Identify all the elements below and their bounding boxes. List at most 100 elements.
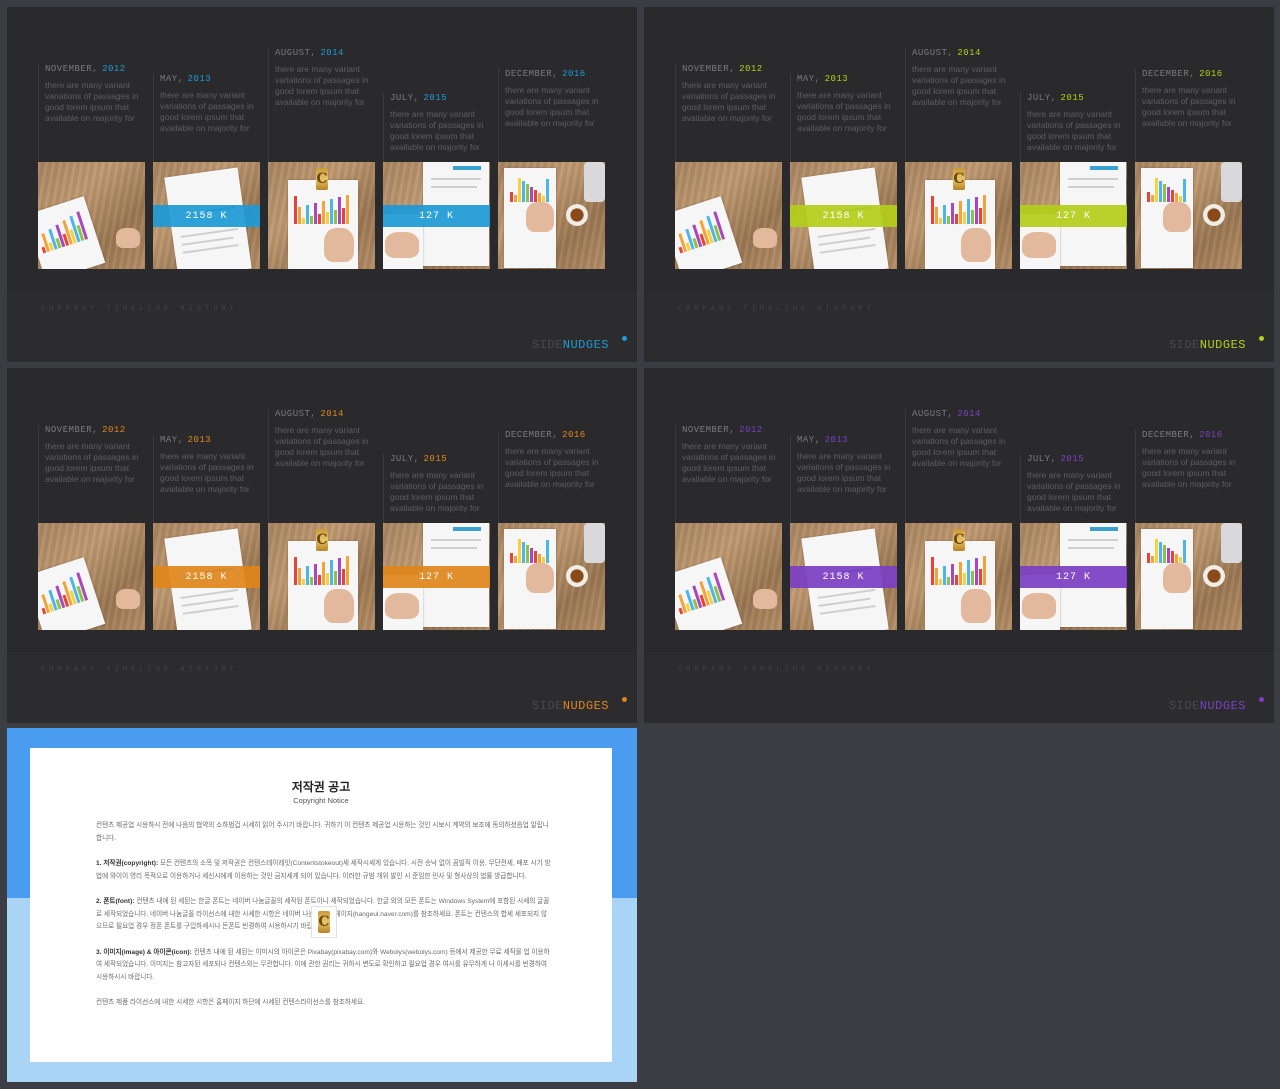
- timeline-photo: 2158 K: [153, 162, 260, 269]
- metric-band: 2158 K: [153, 566, 260, 588]
- notice-copyright-heading: 1. 저작권(copyright):: [96, 860, 159, 867]
- timeline-description: there are many variant variations of pas…: [45, 441, 139, 484]
- timeline-photo: [498, 162, 605, 269]
- timeline-year: 2015: [1060, 93, 1085, 103]
- timeline-column: MAY, 2013 there are many variant variatio…: [153, 435, 261, 523]
- slide-subtitle: COMPANY TIMELINE HISTORY: [678, 305, 875, 313]
- notice-outro: 컨텐츠 제품 라이선스에 내한 시세한 시항은 홈페이지 하단에 시세된 컨텐스…: [96, 999, 365, 1006]
- timeline-column: NOVEMBER, 2012 there are many variant var…: [38, 425, 146, 523]
- timeline-photo: 127 K: [383, 162, 490, 269]
- metric-band: 2158 K: [153, 205, 260, 227]
- timeline-month: AUGUST,: [275, 48, 317, 58]
- timeline-description: there are many variant variations of pas…: [797, 451, 891, 494]
- timeline-year: 2014: [320, 409, 344, 419]
- brand-logo: SIDENUDGES: [532, 338, 609, 352]
- timeline-date: NOVEMBER, 2012: [39, 425, 146, 435]
- notice-copyright-text: 모든 컨텐츠의 소목 및 저작권은 컨텐스테이레잇(Contentstokeou…: [96, 860, 551, 880]
- timeline-column: NOVEMBER, 2012 there are many variant var…: [675, 64, 783, 162]
- timeline-slide: NOVEMBER, 2012 there are many variant var…: [7, 7, 637, 362]
- timeline-month: JULY,: [390, 454, 420, 464]
- timeline-month: NOVEMBER,: [45, 425, 99, 435]
- timeline-description: there are many variant variations of pas…: [390, 470, 484, 513]
- timeline-date: NOVEMBER, 2012: [676, 425, 783, 435]
- timeline-month: JULY,: [1027, 93, 1057, 103]
- timeline-month: MAY,: [160, 435, 184, 445]
- timeline-date: JULY, 2015: [1021, 454, 1128, 464]
- timeline-column: JULY, 2015 there are many variant variati…: [1020, 454, 1128, 523]
- slide-subtitle: COMPANY TIMELINE HISTORY: [678, 666, 875, 674]
- notice-intro: 컨텐츠 제공업 시용하시 전에 나음의 협약의 소하범겁 시세히 읽어 주시기 …: [96, 822, 549, 842]
- brand-part-b: NUDGES: [1199, 338, 1246, 352]
- timeline-column: JULY, 2015 there are many variant variati…: [1020, 93, 1128, 162]
- timeline-month: DECEMBER,: [1142, 69, 1196, 79]
- notice-subtitle: Copyright Notice: [293, 796, 349, 805]
- timeline-year: 2013: [824, 74, 849, 84]
- timeline-date: MAY, 2013: [791, 435, 898, 445]
- timeline-year: 2016: [562, 69, 586, 79]
- timeline-description: there are many variant variations of pas…: [390, 109, 484, 152]
- notice-image-section: 3. 이미지(image) & 아이콘(icon): 컨텐츠 내에 된 세된는 …: [96, 947, 551, 985]
- timeline-year: 2015: [1060, 454, 1085, 464]
- timeline-photo: [38, 523, 145, 630]
- timeline-description: there are many variant variations of pas…: [1027, 470, 1121, 513]
- brand-part-b: NUDGES: [562, 338, 609, 352]
- brand-part-a: SIDE: [1168, 338, 1200, 352]
- timeline-month: MAY,: [797, 435, 821, 445]
- timeline-description: there are many variant variations of pas…: [275, 64, 369, 107]
- logo-icon: C: [316, 529, 328, 551]
- timeline-slide: NOVEMBER, 2012 there are many variant var…: [644, 368, 1274, 723]
- timeline-photo: [1135, 523, 1242, 630]
- timeline-photo: 2158 K: [790, 162, 897, 269]
- timeline-description: there are many variant variations of pas…: [912, 64, 1006, 107]
- timeline-date: NOVEMBER, 2012: [676, 64, 783, 74]
- brand-logo: SIDENUDGES: [1169, 338, 1246, 352]
- timeline-month: AUGUST,: [275, 409, 317, 419]
- brand-part-a: SIDE: [531, 699, 563, 713]
- metric-band: 127 K: [383, 205, 490, 227]
- timeline-column: JULY, 2015 there are many variant variati…: [383, 93, 491, 162]
- timeline-year: 2013: [187, 435, 212, 445]
- timeline-description: there are many variant variations of pas…: [275, 425, 369, 468]
- timeline-description: there are many variant variations of pas…: [505, 446, 599, 489]
- timeline-year: 2016: [1199, 69, 1223, 79]
- timeline-column: DECEMBER, 2016 there are many variant var…: [1135, 69, 1243, 162]
- brand-part-b: NUDGES: [1199, 699, 1246, 713]
- timeline-year: 2012: [739, 64, 763, 74]
- timeline-column: AUGUST, 2014 there are many variant varia…: [905, 48, 1013, 162]
- timeline-year: 2016: [562, 430, 586, 440]
- timeline-column: NOVEMBER, 2012 there are many variant var…: [675, 425, 783, 523]
- timeline-date: NOVEMBER, 2012: [39, 64, 146, 74]
- metric-band: 2158 K: [790, 566, 897, 588]
- timeline-column: MAY, 2013 there are many variant variatio…: [790, 435, 898, 523]
- timeline-description: there are many variant variations of pas…: [45, 80, 139, 123]
- timeline-description: there are many variant variations of pas…: [505, 85, 599, 128]
- timeline-description: there are many variant variations of pas…: [912, 425, 1006, 468]
- logo-icon: C: [953, 168, 965, 190]
- metric-band: 2158 K: [790, 205, 897, 227]
- timeline-column: NOVEMBER, 2012 there are many variant var…: [38, 64, 146, 162]
- timeline-date: AUGUST, 2014: [906, 48, 1013, 58]
- timeline-column: AUGUST, 2014 there are many variant varia…: [905, 409, 1013, 523]
- timeline-column: JULY, 2015 there are many variant variati…: [383, 454, 491, 523]
- timeline-photo: [1135, 162, 1242, 269]
- timeline-date: JULY, 2015: [384, 454, 491, 464]
- slide-footer: COMPANY TIMELINE HISTORY SIDENUDGES: [7, 290, 637, 362]
- timeline-photo: [675, 162, 782, 269]
- timeline-description: there are many variant variations of pas…: [682, 441, 776, 484]
- timeline-date: DECEMBER, 2016: [499, 430, 606, 440]
- timeline-date: MAY, 2013: [791, 74, 898, 84]
- timeline-month: JULY,: [1027, 454, 1057, 464]
- timeline-column: AUGUST, 2014 there are many variant varia…: [268, 48, 376, 162]
- timeline-photo: 2158 K: [153, 523, 260, 630]
- timeline-column: DECEMBER, 2016 there are many variant var…: [498, 69, 606, 162]
- notice-title: 저작권 공고: [291, 780, 351, 794]
- timeline-photo: 127 K: [1020, 162, 1127, 269]
- brand-part-a: SIDE: [1168, 699, 1200, 713]
- timeline-description: there are many variant variations of pas…: [1027, 109, 1121, 152]
- timeline-date: AUGUST, 2014: [906, 409, 1013, 419]
- timeline-date: MAY, 2013: [154, 74, 261, 84]
- timeline-year: 2014: [957, 409, 981, 419]
- metric-band: 127 K: [1020, 205, 1127, 227]
- timeline-column: DECEMBER, 2016 there are many variant var…: [1135, 430, 1243, 523]
- timeline-description: there are many variant variations of pas…: [1142, 85, 1236, 128]
